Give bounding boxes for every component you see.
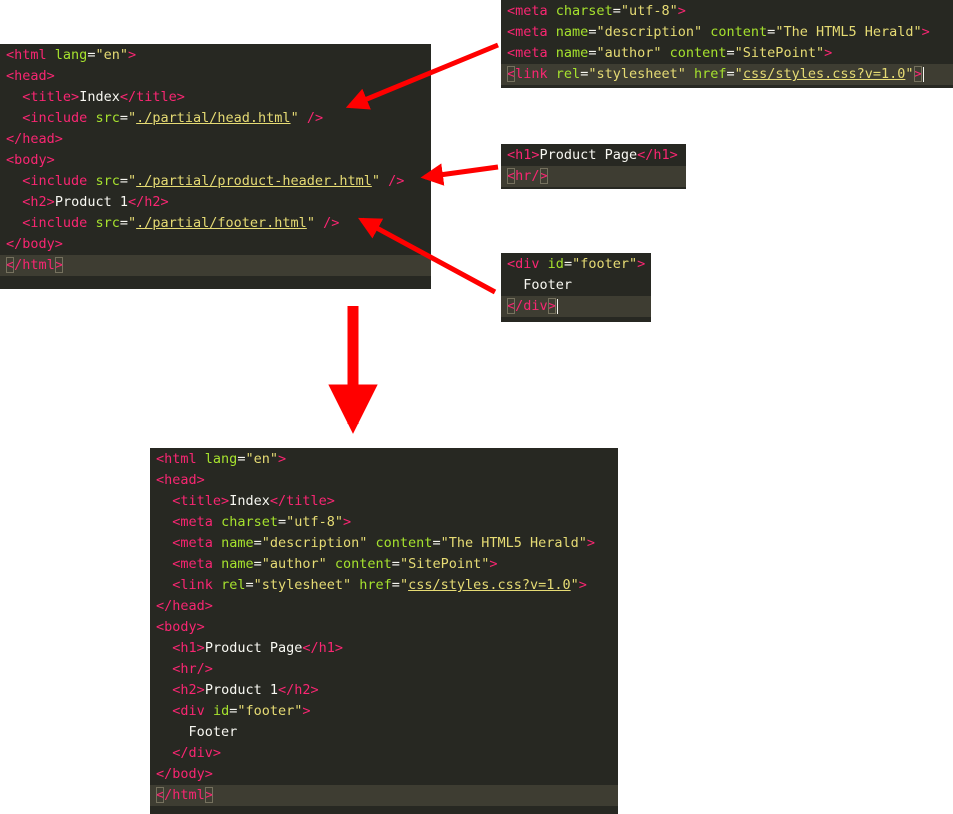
arrow-head-include (345, 42, 499, 110)
connector-arrows (328, 42, 499, 434)
arrow-product-header-include (420, 163, 499, 186)
arrow-footer-include (358, 217, 497, 295)
